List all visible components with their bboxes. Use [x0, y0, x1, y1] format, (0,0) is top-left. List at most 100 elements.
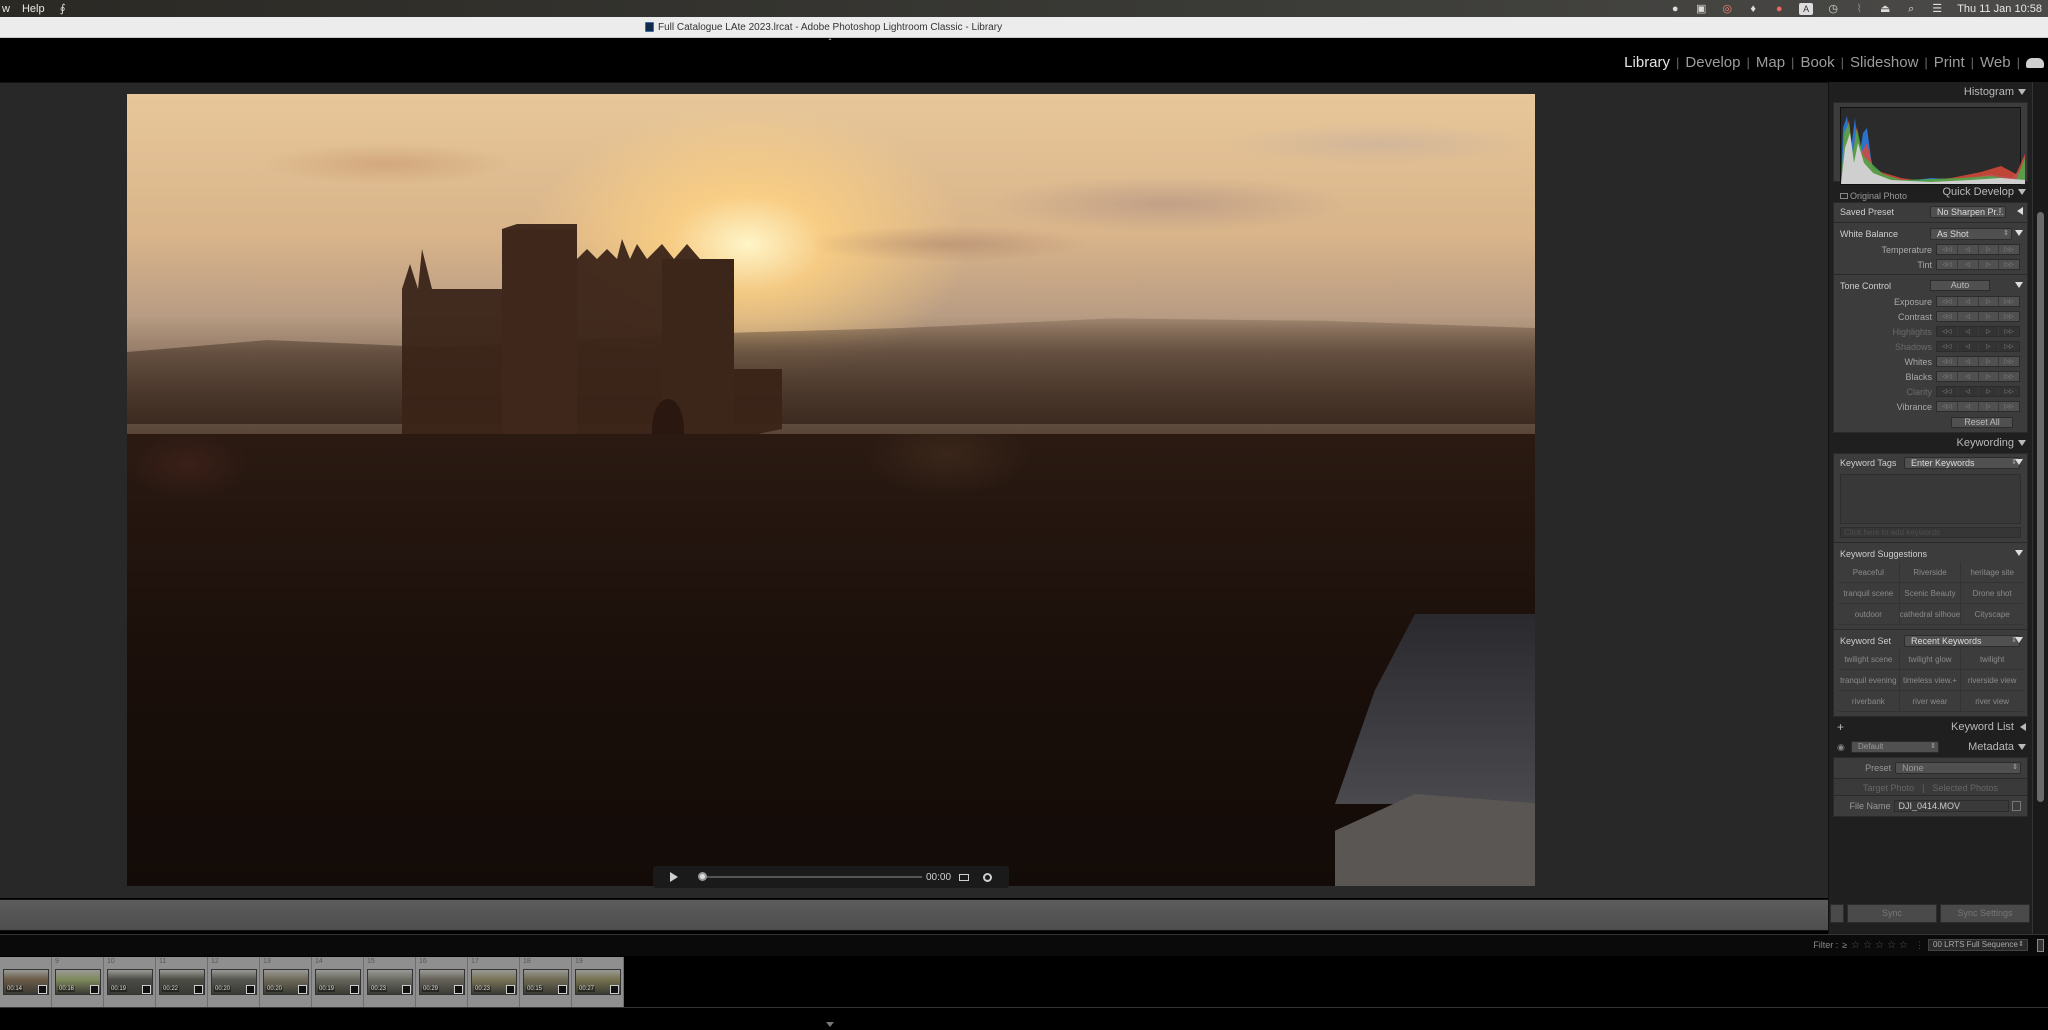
keyword-tags-select[interactable]: Enter Keywords — [1904, 456, 2020, 469]
increase-large-button[interactable]: ▷▷ — [1999, 312, 2019, 321]
spotlight-search-icon[interactable]: ⌕ — [1905, 3, 1917, 15]
increase-small-button[interactable]: ▷ — [1979, 312, 2000, 321]
decrease-large-button[interactable]: ◁◁ — [1937, 245, 1958, 254]
increase-large-button[interactable]: ▷▷ — [1999, 372, 2019, 381]
increase-large-button[interactable]: ▷▷ — [1999, 342, 2019, 351]
cloud-sync-icon[interactable] — [2026, 57, 2044, 68]
expand-triangle-icon[interactable] — [2018, 89, 2026, 95]
expand-triangle-icon[interactable] — [2018, 744, 2026, 750]
module-book[interactable]: Book — [1794, 54, 1840, 71]
decrease-large-button[interactable]: ◁◁ — [1937, 327, 1958, 336]
rating-stars[interactable]: ☆☆☆☆☆ — [1851, 940, 1911, 951]
keyword-set-item[interactable]: twilight — [1961, 649, 2023, 670]
time-machine-icon[interactable]: ◷ — [1827, 3, 1839, 15]
keyword-set-item[interactable]: river view — [1961, 691, 2023, 712]
decrease-large-button[interactable]: ◁◁ — [1937, 402, 1958, 411]
keyword-set-item[interactable]: riverbank — [1838, 691, 1900, 712]
creative-cloud-icon[interactable]: ◎ — [1721, 3, 1733, 15]
increase-large-button[interactable]: ▷▷ — [1999, 387, 2019, 396]
decrease-large-button[interactable]: ◁◁ — [1937, 357, 1958, 366]
decrease-small-button[interactable]: ◁ — [1958, 297, 1979, 306]
decrease-large-button[interactable]: ◁◁ — [1937, 342, 1958, 351]
clock[interactable]: Thu 11 Jan 10:58 — [1957, 3, 2042, 15]
increase-large-button[interactable]: ▷▷ — [1999, 327, 2019, 336]
sync-toggle-switch[interactable] — [1830, 904, 1844, 923]
decrease-large-button[interactable]: ◁◁ — [1937, 387, 1958, 396]
increase-small-button[interactable]: ▷ — [1979, 327, 2000, 336]
app-icon-1[interactable]: ● — [1669, 3, 1681, 15]
decrease-small-button[interactable]: ◁ — [1958, 372, 1979, 381]
module-library[interactable]: Library — [1618, 54, 1676, 71]
filmstrip-cell[interactable]: 9 00:16 — [52, 957, 104, 1007]
filmstrip-cell[interactable]: 14 00:19 — [312, 957, 364, 1007]
reset-all-button[interactable]: Reset All — [1951, 417, 2013, 428]
filmstrip-cell[interactable]: 16 00:29 — [416, 957, 468, 1007]
expand-triangle-icon[interactable] — [2015, 230, 2023, 236]
sync-button[interactable]: Sync — [1847, 904, 1937, 923]
increase-large-button[interactable]: ▷▷ — [1999, 260, 2019, 269]
scrollbar-thumb[interactable] — [2037, 212, 2044, 802]
rename-icon[interactable] — [2012, 801, 2021, 811]
increase-large-button[interactable]: ▷▷ — [1999, 297, 2019, 306]
rating-operator[interactable]: ≥ — [1842, 940, 1847, 950]
module-web[interactable]: Web — [1974, 54, 2017, 71]
filmstrip-cell[interactable]: 15 00:23 — [364, 957, 416, 1007]
play-icon[interactable] — [670, 872, 678, 882]
keyword-set-item[interactable]: riverside view — [1961, 670, 2023, 691]
expand-triangle-icon[interactable] — [2015, 550, 2023, 556]
scrubber-handle[interactable] — [698, 872, 707, 881]
keyboard-input-icon[interactable]: A — [1799, 2, 1814, 15]
preset-select[interactable]: None — [1895, 762, 2021, 774]
module-slideshow[interactable]: Slideshow — [1844, 54, 1924, 71]
auto-tone-button[interactable]: Auto — [1930, 280, 1990, 291]
filmstrip-cell[interactable]: 19 00:27 — [572, 957, 624, 1007]
selected-photos-button[interactable]: Selected Photos — [1932, 779, 1998, 795]
target-photo-button[interactable]: Target Photo — [1863, 779, 1914, 795]
module-map[interactable]: Map — [1750, 54, 1791, 71]
keyword-set-item[interactable]: river wear — [1899, 691, 1962, 712]
add-keywords-input[interactable]: Click here to add keywords — [1840, 527, 2021, 538]
collapse-triangle-icon[interactable] — [2017, 207, 2023, 215]
keyword-set-item[interactable]: tranquil evening — [1838, 670, 1900, 691]
decrease-small-button[interactable]: ◁ — [1958, 312, 1979, 321]
keyword-suggestion[interactable]: Scenic Beauty — [1899, 583, 1962, 604]
increase-small-button[interactable]: ▷ — [1979, 387, 2000, 396]
decrease-small-button[interactable]: ◁ — [1958, 402, 1979, 411]
filter-switch[interactable] — [2037, 939, 2044, 952]
module-print[interactable]: Print — [1928, 54, 1971, 71]
expand-triangle-icon[interactable] — [2018, 189, 2026, 195]
increase-large-button[interactable]: ▷▷ — [1999, 402, 2019, 411]
expand-triangle-icon[interactable] — [2018, 440, 2026, 446]
frame-capture-icon[interactable] — [959, 873, 970, 881]
keyword-set-select[interactable]: Recent Keywords — [1904, 634, 2020, 647]
sync-settings-button[interactable]: Sync Settings — [1940, 904, 2030, 923]
collapse-triangle-icon[interactable] — [2020, 723, 2026, 731]
metadata-view-select[interactable]: Default — [1851, 741, 1939, 753]
menu-help[interactable]: Help — [22, 3, 45, 15]
saved-preset-select[interactable]: No Sharpen Pr... — [1930, 205, 2006, 218]
decrease-small-button[interactable]: ◁ — [1958, 260, 1979, 269]
decrease-small-button[interactable]: ◁ — [1958, 387, 1979, 396]
keyword-set-item[interactable]: timeless view.+ — [1899, 670, 1962, 691]
expand-triangle-icon[interactable] — [2015, 282, 2023, 288]
keyword-suggestion[interactable]: Riverside — [1899, 562, 1962, 583]
gear-icon[interactable] — [983, 872, 993, 882]
keyword-list-header[interactable]: + Keyword List — [1829, 717, 2032, 737]
metadata-header[interactable]: ◉ Default Metadata — [1829, 737, 2032, 757]
keywording-header[interactable]: Keywording — [1829, 433, 2032, 453]
filmstrip-cell[interactable]: 10 00:19 — [104, 957, 156, 1007]
video-preview[interactable] — [127, 94, 1535, 886]
decrease-small-button[interactable]: ◁ — [1958, 245, 1979, 254]
decrease-large-button[interactable]: ◁◁ — [1937, 372, 1958, 381]
filmstrip-cell[interactable]: 17 00:23 — [468, 957, 520, 1007]
filmstrip-cell[interactable]: 13 00:20 — [260, 957, 312, 1007]
white-balance-select[interactable]: As Shot — [1930, 227, 2012, 240]
keyword-suggestion[interactable]: outdoor — [1838, 604, 1900, 625]
keyword-set-item[interactable]: twilight scene — [1838, 649, 1900, 670]
keyword-suggestion[interactable]: heritage site — [1961, 562, 2023, 583]
increase-small-button[interactable]: ▷ — [1979, 372, 2000, 381]
filmstrip-cell[interactable]: 11 00:22 — [156, 957, 208, 1007]
increase-large-button[interactable]: ▷▷ — [1999, 245, 2019, 254]
increase-small-button[interactable]: ▷ — [1979, 342, 2000, 351]
keyword-suggestion[interactable]: Peaceful — [1838, 562, 1900, 583]
